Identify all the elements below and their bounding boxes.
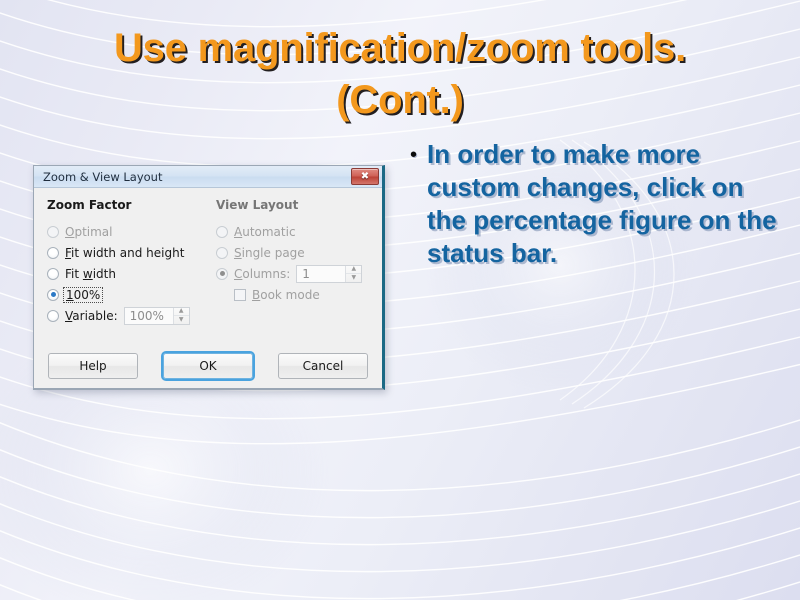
close-glyph: ✖ — [360, 170, 370, 182]
slide-body: • In order to make more custom changes, … — [410, 138, 782, 270]
zoom-factor-group: Zoom Factor Optimal Fit width and height… — [47, 198, 207, 326]
columns-arrows[interactable]: ▲ ▼ — [345, 265, 362, 282]
radio-automatic-label: Automatic — [234, 224, 296, 239]
bullet-text: In order to make more custom changes, cl… — [427, 139, 777, 268]
ok-button[interactable]: OK — [163, 353, 253, 379]
variable-zoom-value: 100% — [129, 308, 164, 323]
bullet-list-item: • In order to make more custom changes, … — [410, 138, 782, 270]
spinner-down-icon[interactable]: ▼ — [346, 274, 361, 282]
radio-fit-width[interactable]: Fit width — [47, 263, 207, 284]
cancel-button[interactable]: Cancel — [278, 353, 368, 379]
spinner-down-icon[interactable]: ▼ — [174, 316, 189, 324]
radio-columns[interactable]: Columns: 1 ▲ ▼ — [216, 263, 374, 284]
spinner-up-icon[interactable]: ▲ — [346, 266, 362, 274]
radio-variable[interactable]: Variable: 100% ▲ ▼ — [47, 305, 207, 326]
radio-fit-width-label: Fit width — [65, 266, 116, 281]
slide-title: Use magnification/zoom tools. (Cont.) — [113, 26, 687, 122]
radio-fit-width-and-height-indicator — [47, 246, 59, 259]
radio-automatic-indicator — [216, 225, 228, 238]
help-button-label: Help — [79, 359, 107, 373]
view-layout-group: View Layout Automatic Single page Column… — [216, 198, 374, 306]
slide-canvas: Use magnification/zoom tools. (Cont.) • … — [0, 0, 800, 600]
radio-100-percent-indicator — [47, 288, 59, 301]
radio-variable-indicator — [47, 309, 59, 322]
variable-zoom-arrows[interactable]: ▲ ▼ — [172, 307, 189, 324]
spinner-up-icon[interactable]: ▲ — [173, 308, 189, 316]
radio-optimal[interactable]: Optimal — [47, 221, 207, 242]
columns-value: 1 — [302, 266, 310, 281]
radio-optimal-label: Optimal — [65, 224, 113, 239]
checkbox-book-mode-label: Book mode — [252, 288, 320, 302]
dialog-button-bar: Help OK Cancel — [34, 353, 382, 379]
radio-columns-label: Columns: — [234, 266, 291, 281]
cancel-button-label: Cancel — [302, 359, 344, 373]
radio-single-page[interactable]: Single page — [216, 242, 374, 263]
radio-fit-width-and-height-label: Fit width and height — [65, 245, 185, 260]
radio-optimal-indicator — [47, 225, 59, 238]
radio-automatic[interactable]: Automatic — [216, 221, 374, 242]
ok-button-label: OK — [199, 359, 217, 373]
bullet-marker-icon: • — [410, 144, 418, 166]
radio-columns-indicator — [216, 267, 228, 280]
radio-100-percent-label: 100% — [63, 286, 104, 303]
radio-single-page-label: Single page — [234, 245, 305, 260]
radio-variable-label: Variable: — [65, 308, 118, 323]
radio-100-percent[interactable]: 100% — [47, 284, 207, 305]
dialog-body: Zoom Factor Optimal Fit width and height… — [34, 188, 382, 388]
zoom-factor-label: Zoom Factor — [47, 198, 132, 212]
close-icon[interactable]: ✖ — [351, 168, 379, 185]
zoom-view-layout-dialog: Zoom & View Layout ✖ Zoom Factor Optimal… — [33, 165, 385, 390]
help-button[interactable]: Help — [48, 353, 138, 379]
columns-stepper[interactable]: 1 ▲ ▼ — [296, 264, 363, 283]
view-layout-label: View Layout — [216, 198, 299, 212]
dialog-titlebar[interactable]: Zoom & View Layout ✖ — [34, 166, 382, 188]
checkbox-book-mode[interactable]: Book mode — [216, 284, 374, 306]
radio-single-page-indicator — [216, 246, 228, 259]
radio-fit-width-indicator — [47, 267, 59, 280]
checkbox-book-mode-indicator — [234, 289, 246, 301]
variable-zoom-stepper[interactable]: 100% ▲ ▼ — [123, 306, 190, 325]
radio-fit-width-and-height[interactable]: Fit width and height — [47, 242, 207, 263]
dialog-title: Zoom & View Layout — [43, 169, 163, 184]
